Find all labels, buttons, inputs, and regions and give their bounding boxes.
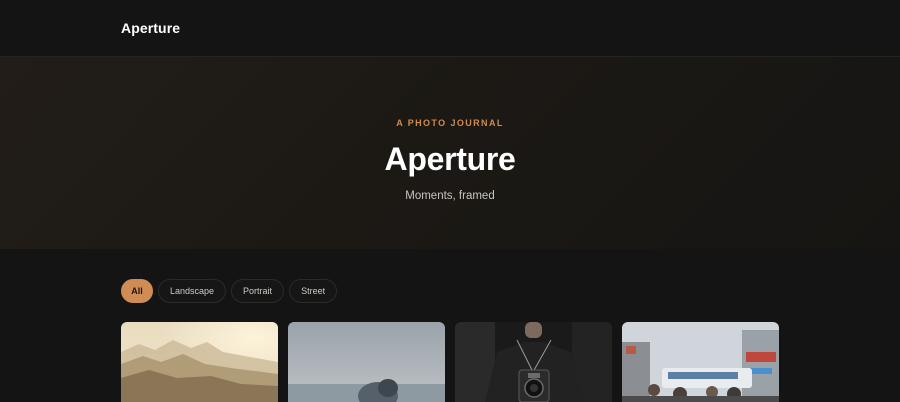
hero-eyebrow: A PHOTO JOURNAL bbox=[396, 118, 504, 128]
gallery-card-camera[interactable] bbox=[455, 322, 612, 402]
filter-chip-street[interactable]: Street bbox=[289, 279, 338, 303]
hero-title: Aperture bbox=[384, 141, 516, 177]
gallery-card-landscape[interactable] bbox=[121, 322, 278, 402]
hero-banner: A PHOTO JOURNAL Aperture Moments, framed bbox=[0, 57, 900, 249]
filter-chip-landscape[interactable]: Landscape bbox=[158, 279, 227, 303]
category-filter-bar: All Landscape Portrait Street bbox=[121, 279, 338, 303]
camera-portrait-photo bbox=[455, 322, 612, 402]
street-scene-photo bbox=[622, 322, 779, 402]
mountain-landscape-photo bbox=[121, 322, 278, 402]
hero-tagline: Moments, framed bbox=[405, 190, 495, 202]
gallery-card-portrait[interactable] bbox=[288, 322, 445, 402]
brand-logo-text[interactable]: Aperture bbox=[121, 20, 180, 36]
photo-gallery-grid bbox=[121, 322, 779, 402]
gallery-card-street[interactable] bbox=[622, 322, 779, 402]
filter-chip-portrait[interactable]: Portrait bbox=[231, 279, 285, 303]
seaside-portrait-photo bbox=[288, 322, 445, 402]
top-navigation-bar: Aperture bbox=[0, 0, 900, 57]
filter-chip-all[interactable]: All bbox=[121, 279, 153, 303]
